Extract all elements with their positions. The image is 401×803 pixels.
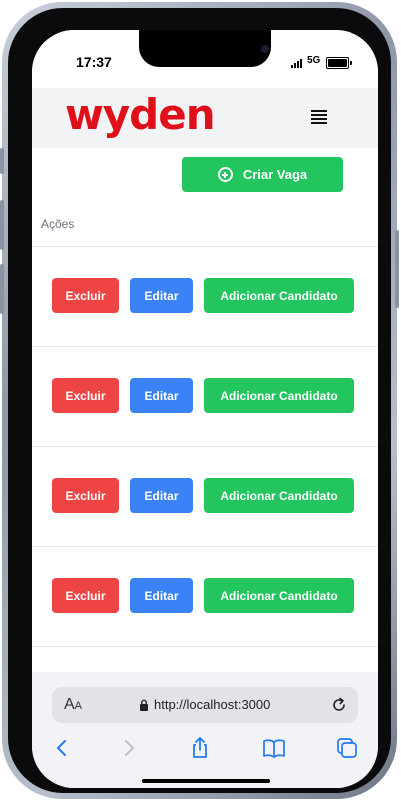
silent-switch	[0, 148, 4, 174]
phone-frame: 17:37 5G wyden Criar Vaga Ações Excluir …	[0, 2, 399, 799]
power-button	[395, 230, 399, 308]
add-candidate-button[interactable]: Adicionar Candidato	[204, 278, 354, 313]
home-indicator	[142, 779, 270, 783]
delete-button[interactable]: Excluir	[52, 278, 119, 313]
browser-toolbar: AA http://localhost:3000	[32, 672, 378, 788]
forward-icon[interactable]	[116, 735, 142, 761]
status-time: 17:37	[76, 54, 112, 70]
url-text: http://localhost:3000	[154, 697, 271, 712]
table-row: Excluir Editar Adicionar Candidato	[32, 246, 378, 346]
volume-down-button	[0, 264, 4, 314]
wyden-logo[interactable]: wyden	[65, 94, 216, 136]
reload-icon[interactable]	[329, 695, 349, 715]
text-size-button[interactable]: AA	[64, 696, 82, 714]
add-candidate-button[interactable]: Adicionar Candidato	[204, 578, 354, 613]
delete-button[interactable]: Excluir	[52, 478, 119, 513]
status-bar: 17:37 5G	[32, 30, 378, 88]
plus-circle-icon	[217, 167, 233, 182]
app-header: wyden	[32, 88, 378, 148]
back-icon[interactable]	[49, 735, 75, 761]
lock-icon	[140, 699, 148, 711]
table-row: Excluir Editar Adicionar Candidato	[32, 346, 378, 446]
tabs-icon[interactable]	[334, 735, 360, 761]
screen: 17:37 5G wyden Criar Vaga Ações Excluir …	[32, 30, 378, 788]
volume-up-button	[0, 200, 4, 250]
add-candidate-button[interactable]: Adicionar Candidato	[204, 378, 354, 413]
delete-button[interactable]: Excluir	[52, 578, 119, 613]
share-icon[interactable]	[187, 735, 213, 761]
edit-button[interactable]: Editar	[130, 378, 193, 413]
network-label: 5G	[307, 55, 321, 66]
notch	[139, 30, 271, 67]
actions-column-header: Ações	[41, 217, 75, 231]
hamburger-icon[interactable]	[311, 108, 329, 124]
create-job-label: Criar Vaga	[242, 167, 308, 182]
add-candidate-button[interactable]: Adicionar Candidato	[204, 478, 354, 513]
address-bar[interactable]: AA http://localhost:3000	[52, 687, 358, 723]
signal-icon	[291, 59, 302, 68]
phone-bezel: 17:37 5G wyden Criar Vaga Ações Excluir …	[8, 8, 391, 793]
edit-button[interactable]: Editar	[130, 278, 193, 313]
table-row: Excluir Editar Adicionar Candidato	[32, 446, 378, 546]
edit-button[interactable]: Editar	[130, 478, 193, 513]
delete-button[interactable]: Excluir	[52, 378, 119, 413]
camera-icon	[261, 45, 269, 53]
battery-icon	[326, 57, 352, 69]
divider	[32, 646, 378, 647]
edit-button[interactable]: Editar	[130, 578, 193, 613]
table-row: Excluir Editar Adicionar Candidato	[32, 546, 378, 646]
create-job-button[interactable]: Criar Vaga	[182, 157, 343, 192]
bookmarks-icon[interactable]	[261, 735, 287, 761]
